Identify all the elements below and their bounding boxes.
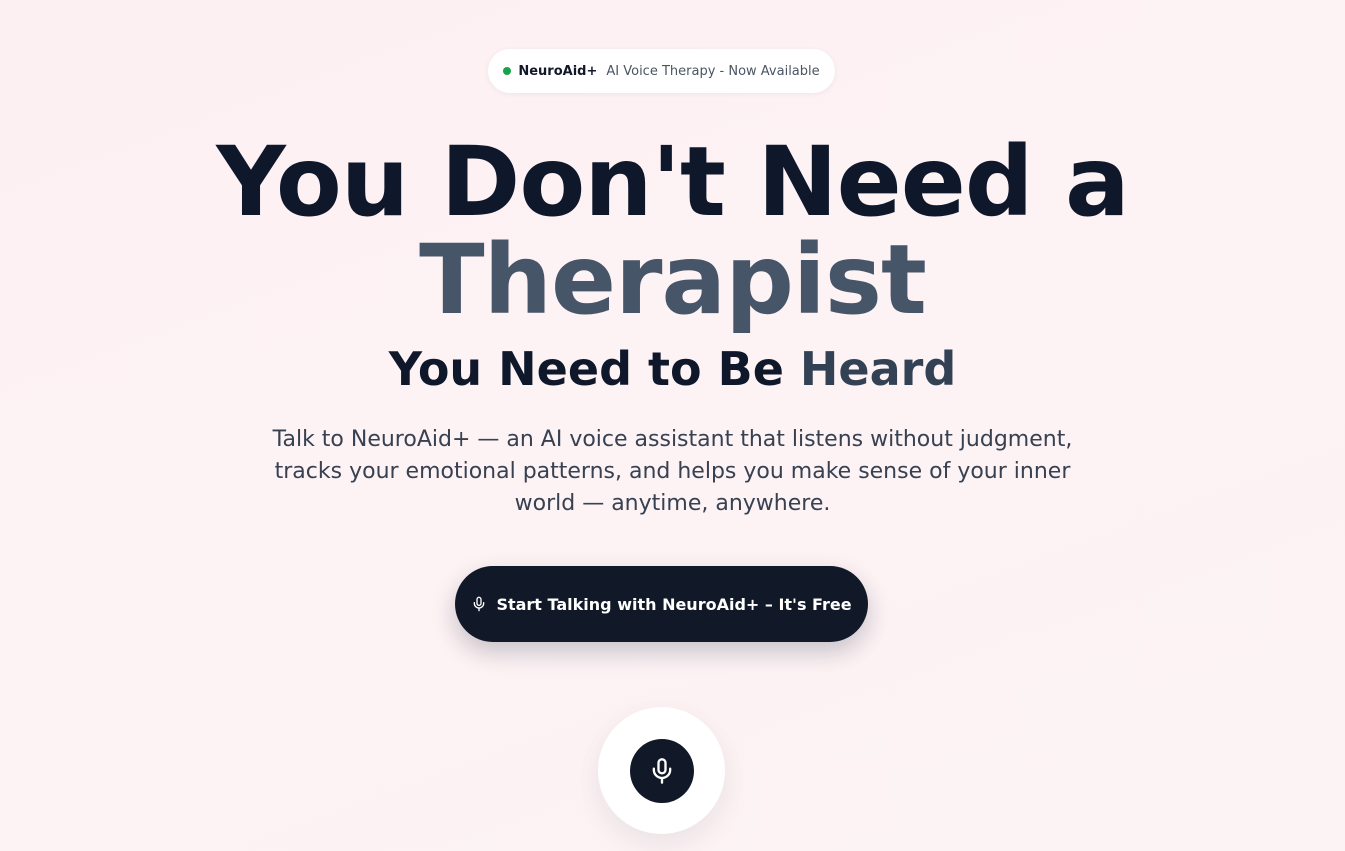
microphone-icon <box>471 595 487 613</box>
subhead-accent: Heard <box>799 342 957 396</box>
hero-headline-line1: You Don't Need a <box>216 126 1130 238</box>
hero-description: Talk to NeuroAid+ — an AI voice assistan… <box>272 427 1073 516</box>
voice-record-button[interactable] <box>598 707 725 834</box>
start-talking-label: Start Talking with NeuroAid+ – It's Free <box>496 594 852 614</box>
subhead-prefix: You Need to Be <box>388 342 800 396</box>
voice-record-button-core[interactable] <box>629 738 694 803</box>
hero-subheadline: You Need to Be Heard <box>0 340 1345 398</box>
online-dot-icon <box>503 67 512 75</box>
start-talking-button[interactable]: Start Talking with NeuroAid+ – It's Free <box>455 566 868 642</box>
microphone-icon <box>648 755 676 787</box>
announcement-badge: NeuroAid+ AI Voice Therapy - Now Availab… <box>488 49 835 93</box>
badge-text: AI Voice Therapy - Now Available <box>606 63 820 79</box>
hero-headline-line2: Therapist <box>419 224 927 336</box>
badge-brand: NeuroAid+ <box>518 63 598 79</box>
